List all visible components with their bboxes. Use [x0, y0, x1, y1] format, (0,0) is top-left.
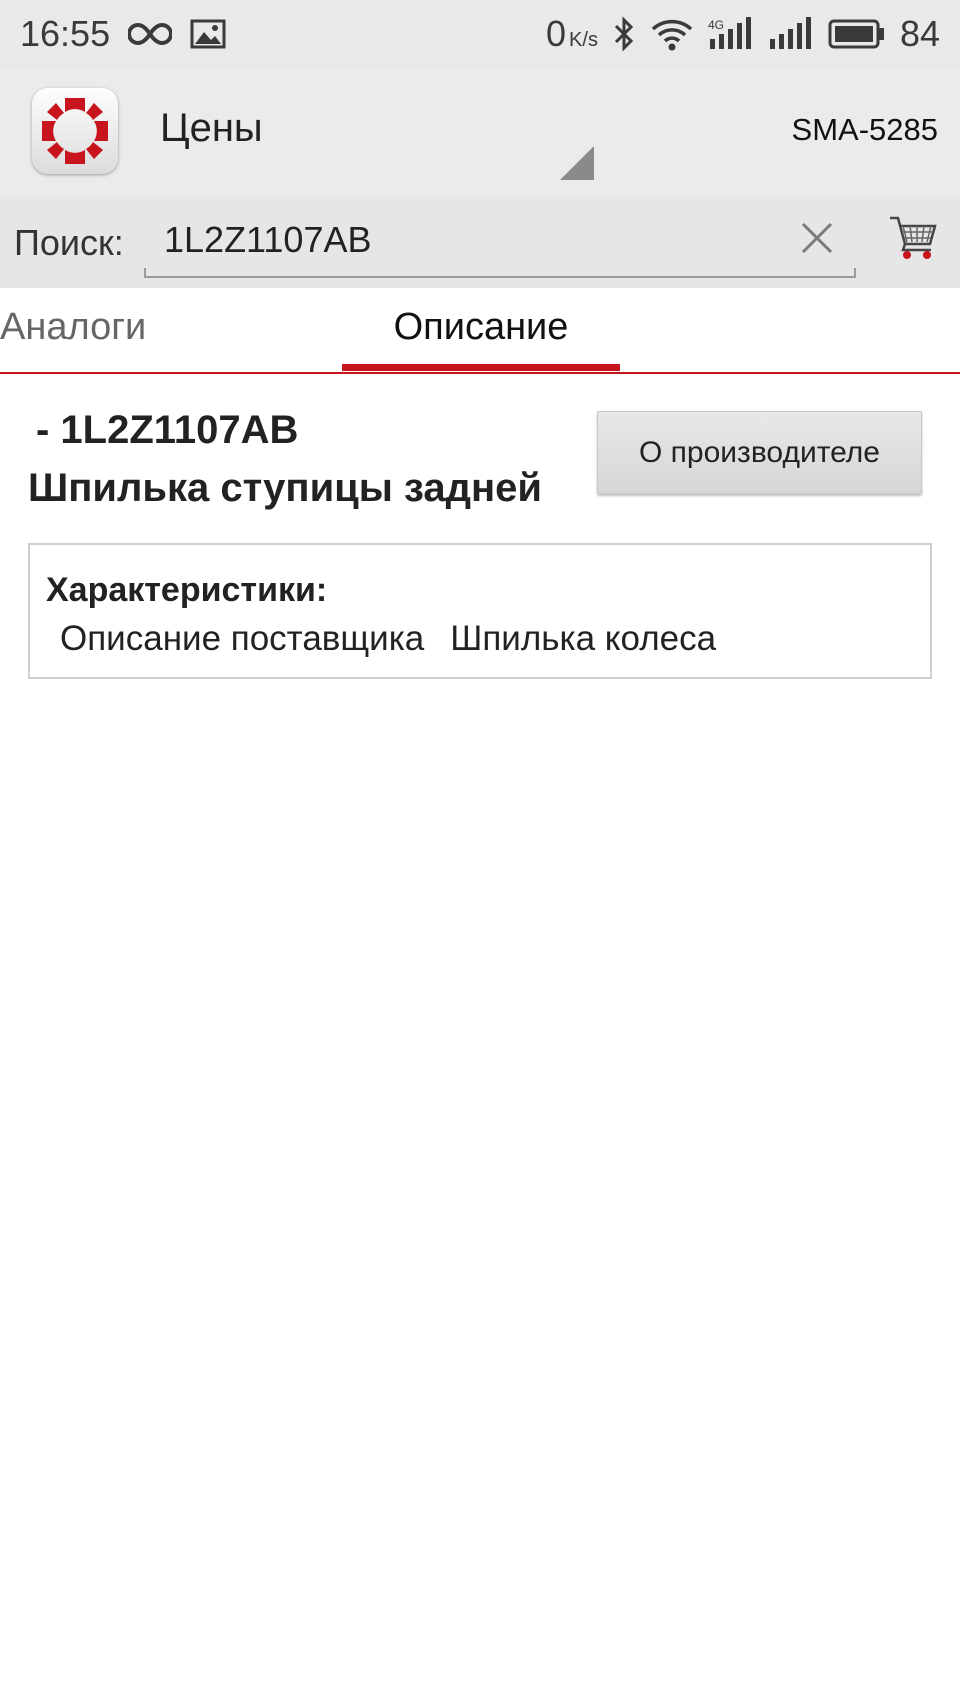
- tab-analogs[interactable]: Аналоги: [0, 306, 146, 349]
- network-type-label: 4G: [708, 18, 724, 32]
- app-screen: 16:55 0 K/s 4G 84 Цены SMA-5285 Поиск: 1…: [0, 0, 960, 1707]
- tab-description[interactable]: Описание: [342, 306, 620, 349]
- shopping-cart-icon[interactable]: [888, 212, 938, 262]
- specs-title: Характеристики:: [46, 571, 328, 609]
- image-icon: [190, 19, 226, 49]
- clear-search-icon[interactable]: [795, 216, 839, 260]
- title-dropdown-icon[interactable]: [560, 146, 594, 180]
- network-speed-value: 0: [546, 13, 567, 54]
- spec-row: Описание поставщика Шпилька колеса: [60, 619, 716, 659]
- search-bar: Поиск:: [0, 196, 960, 288]
- search-underline: [144, 268, 856, 278]
- search-input[interactable]: [144, 214, 854, 266]
- bluetooth-icon: [612, 16, 636, 52]
- account-code: SMA-5285: [791, 112, 938, 147]
- signal-4g-icon: 4G: [708, 17, 754, 51]
- battery-level: 84: [899, 13, 940, 54]
- manufacturer-button[interactable]: О производителе: [597, 411, 922, 494]
- app-logo-icon[interactable]: [32, 88, 118, 174]
- search-label: Поиск:: [14, 222, 124, 263]
- signal-icon: [768, 17, 814, 51]
- part-name: Шпилька ступицы задней: [28, 466, 543, 510]
- battery-icon: [828, 19, 886, 49]
- tab-bar: Аналоги Описание: [0, 288, 960, 374]
- spec-name: Описание поставщика: [60, 619, 425, 658]
- network-speed: 0 K/s: [546, 13, 598, 55]
- wifi-icon: [650, 17, 694, 51]
- status-time: 16:55: [20, 13, 111, 54]
- specs-panel: Характеристики: Описание поставщика Шпил…: [28, 543, 932, 679]
- part-code: - 1L2Z1107AB: [36, 408, 299, 452]
- active-tab-indicator: [342, 364, 620, 371]
- infinity-icon: [128, 21, 173, 47]
- page-title[interactable]: Цены: [160, 106, 263, 151]
- status-bar: 16:55 0 K/s 4G 84: [0, 0, 960, 68]
- action-bar: Цены SMA-5285: [0, 68, 960, 196]
- spec-value: Шпилька колеса: [450, 619, 717, 658]
- network-speed-unit: K/s: [569, 29, 598, 51]
